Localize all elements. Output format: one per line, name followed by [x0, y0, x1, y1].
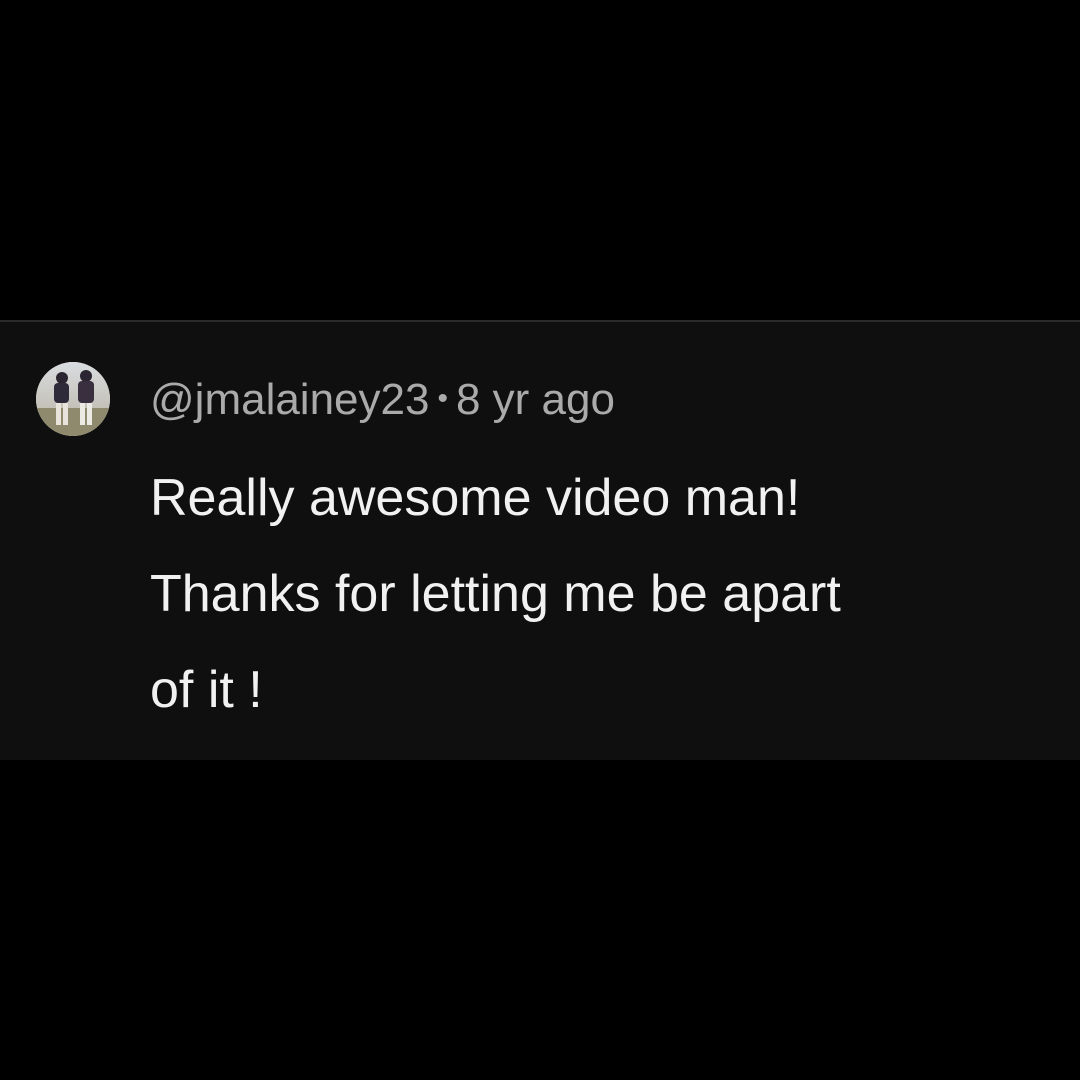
- comment-card: @jmalainey23 • 8 yr ago Really awesome vid…: [0, 320, 1080, 760]
- comment-text-line: Thanks for letting me be apart: [150, 565, 841, 623]
- comment-meta: @jmalainey23 • 8 yr ago: [150, 372, 615, 427]
- comment-username[interactable]: @jmalainey23: [150, 375, 429, 424]
- comment-text-line: of it !: [150, 661, 263, 719]
- meta-separator: •: [437, 382, 448, 415]
- avatar-photo-icon: [36, 362, 110, 436]
- avatar[interactable]: [36, 362, 110, 436]
- comment-timestamp[interactable]: 8 yr ago: [456, 375, 615, 424]
- comment-text: Really awesome video man! Thanks for let…: [150, 450, 1050, 738]
- page: @jmalainey23 • 8 yr ago Really awesome vid…: [0, 0, 1080, 1080]
- comment-text-line: Really awesome video man!: [150, 469, 801, 527]
